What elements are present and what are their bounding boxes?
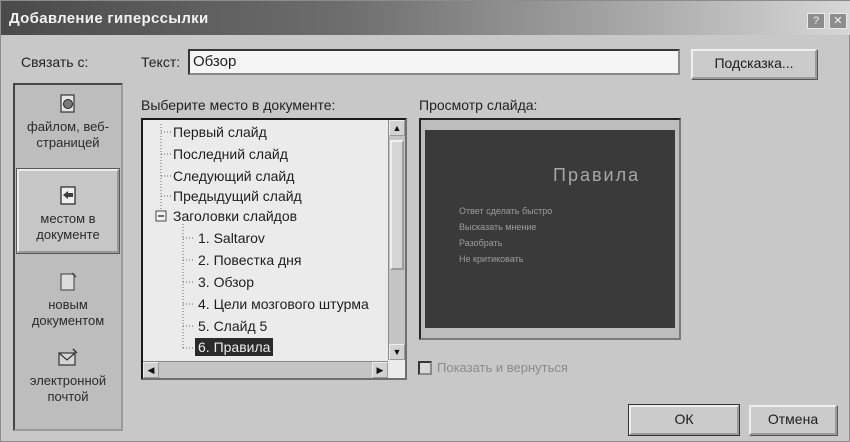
slide-line-4: Не критиковать — [459, 254, 524, 264]
link-to-email-label-2: почтой — [47, 389, 89, 404]
slide-thumbnail: Правила Ответ сделать быстро Высказать м… — [425, 130, 675, 328]
document-place-icon — [60, 186, 76, 205]
scroll-right-icon[interactable]: ▶ — [372, 362, 388, 378]
link-to-place-label-2: документе — [36, 227, 100, 242]
slide-title: Правила — [553, 165, 641, 185]
cancel-button[interactable]: Отмена — [749, 405, 837, 435]
tree-item-first-slide[interactable]: Первый слайд — [173, 123, 267, 141]
vertical-scrollbar[interactable]: ▲ ▼ — [388, 120, 405, 360]
link-to-existing-file[interactable]: файлом, веб- страницей — [17, 93, 119, 165]
file-web-icon — [60, 94, 75, 113]
tree-item-slide-titles[interactable]: Заголовки слайдов — [173, 207, 297, 225]
email-icon — [58, 348, 78, 366]
close-icon[interactable]: ✕ — [829, 13, 847, 29]
link-to-existing-file-label-2: страницей — [36, 135, 100, 150]
text-label: Текст: — [141, 54, 181, 70]
display-text-input[interactable]: Обзор — [188, 49, 680, 75]
link-to-place-in-document[interactable]: местом в документе — [17, 169, 119, 253]
document-place-tree[interactable]: Первый слайд Последний слайд Следующий с… — [141, 118, 407, 380]
ok-button[interactable]: ОК — [629, 405, 739, 435]
slide-line-3: Разобрать — [459, 238, 503, 248]
link-to-new-document[interactable]: новым документом — [17, 271, 119, 341]
vertical-scroll-thumb[interactable] — [390, 140, 404, 270]
show-and-return-checkbox[interactable] — [418, 361, 432, 375]
place-label: Выберите место в документе: — [141, 97, 336, 113]
link-to-email[interactable]: электронной почтой — [17, 347, 119, 423]
title-bar[interactable]: Добавление гиперссылки ? ✕ — [1, 1, 850, 35]
screentip-button[interactable]: Подсказка... — [691, 49, 817, 79]
tree-item-last-slide[interactable]: Последний слайд — [173, 145, 288, 163]
link-to-label: Связать с: — [21, 54, 89, 70]
show-and-return-label: Показать и вернуться — [437, 360, 568, 375]
link-to-existing-file-label-1: файлом, веб- — [27, 119, 109, 134]
link-to-email-label-1: электронной — [29, 373, 107, 388]
slide-preview: Правила Ответ сделать быстро Высказать м… — [419, 118, 681, 340]
tree-item-previous-slide[interactable]: Предыдущий слайд — [173, 187, 302, 205]
tree-item-slide-3[interactable]: 3. Обзор — [198, 273, 254, 291]
horizontal-scrollbar[interactable]: ◀ ▶ — [143, 361, 388, 378]
link-to-place-label-1: местом в — [40, 211, 96, 226]
tree-item-next-slide[interactable]: Следующий слайд — [173, 167, 294, 185]
link-to-bar: файлом, веб- страницей местом в документ… — [13, 83, 123, 431]
scroll-down-icon[interactable]: ▼ — [389, 344, 405, 360]
link-to-new-document-label-1: новым — [48, 297, 88, 312]
scroll-left-icon[interactable]: ◀ — [143, 362, 159, 378]
tree-item-slide-6-selected[interactable]: 6. Правила — [195, 338, 274, 356]
help-icon[interactable]: ? — [807, 13, 825, 29]
slide-line-1: Ответ сделать быстро — [459, 206, 553, 216]
slide-preview-label: Просмотр слайда: — [419, 97, 538, 113]
new-document-icon — [60, 272, 77, 291]
tree-item-slide-1[interactable]: 1. Saltarov — [198, 229, 265, 247]
link-to-new-document-label-2: документом — [31, 313, 105, 328]
scroll-up-icon[interactable]: ▲ — [389, 120, 405, 136]
slide-line-2: Высказать мнение — [459, 222, 537, 232]
tree-item-slide-4[interactable]: 4. Цели мозгового штурма — [198, 295, 369, 313]
tree-item-slide-2[interactable]: 2. Повестка дня — [198, 251, 301, 269]
hyperlink-dialog: Добавление гиперссылки ? ✕ Связать с: фа… — [0, 0, 850, 442]
window-title: Добавление гиперссылки — [9, 10, 209, 27]
tree-item-slide-5[interactable]: 5. Слайд 5 — [198, 317, 267, 335]
